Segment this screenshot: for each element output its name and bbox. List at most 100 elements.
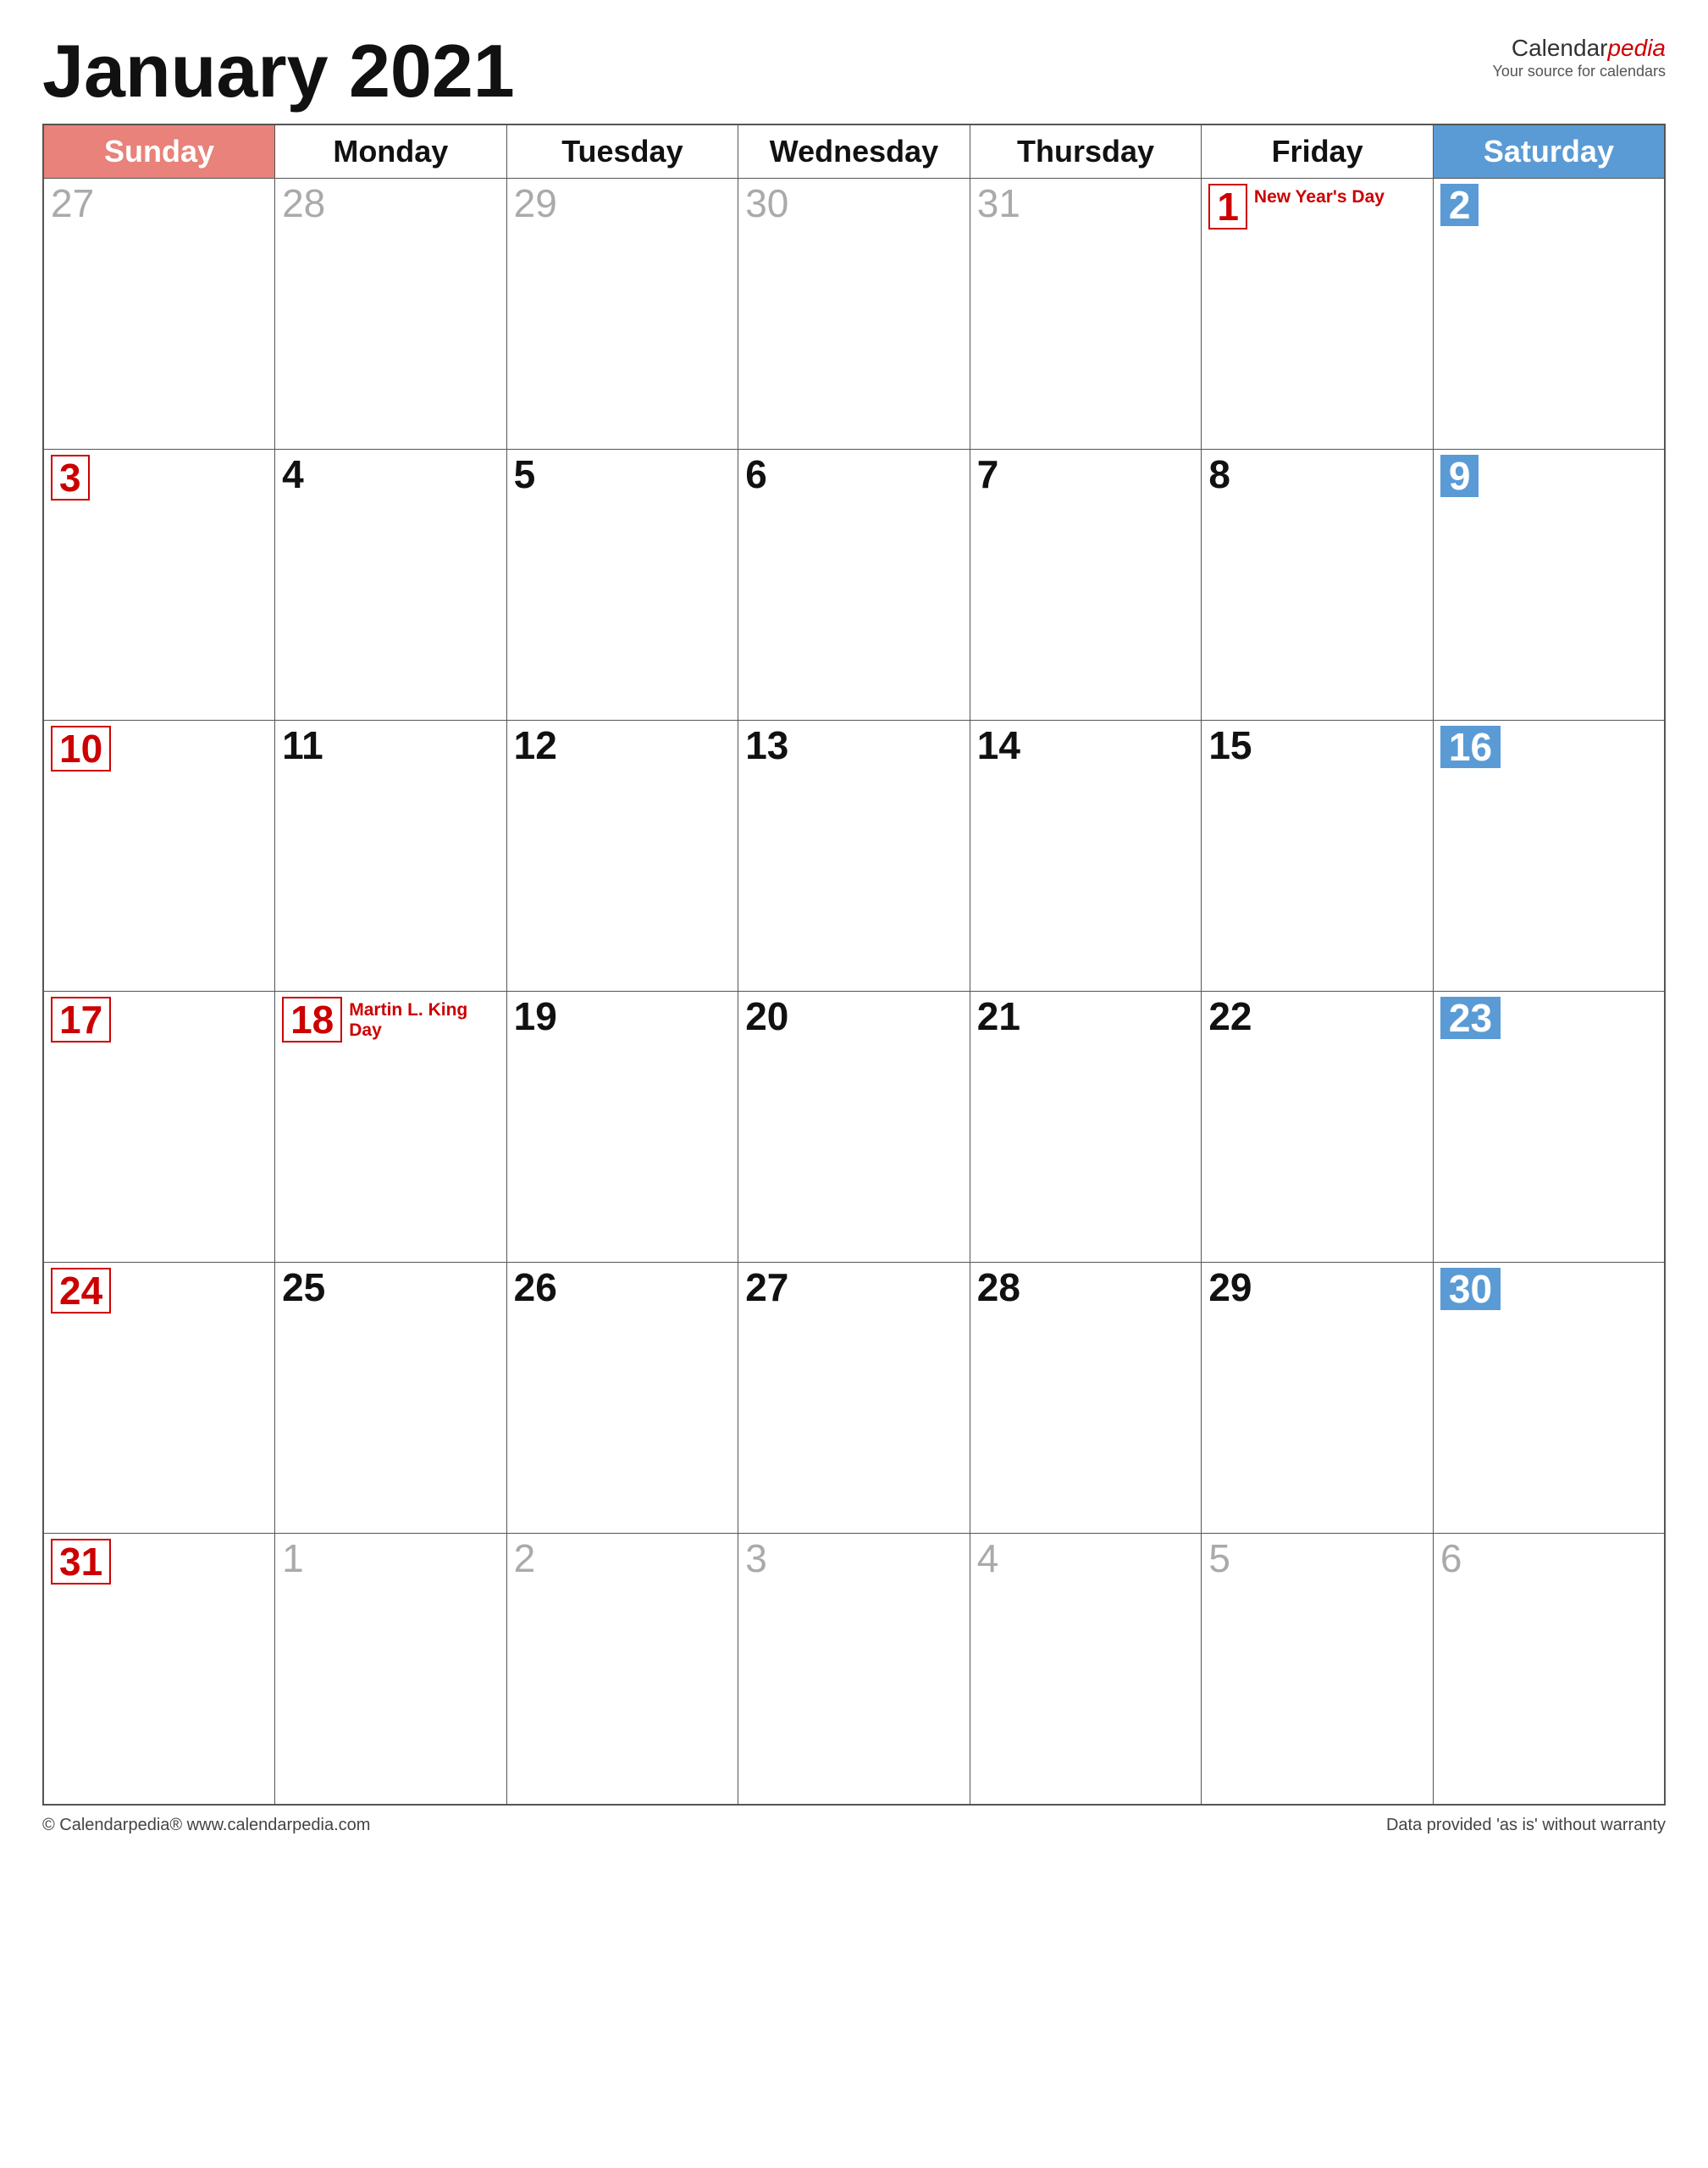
brand-calendar: Calendar	[1512, 35, 1608, 61]
calendar-cell-w3-d2: 11	[275, 721, 507, 992]
day-number: 14	[977, 726, 1020, 765]
day-number: 6	[745, 455, 767, 494]
day-number: 28	[977, 1268, 1020, 1307]
calendar-cell-w1-d1: 27	[43, 179, 275, 450]
col-header-monday: Monday	[275, 124, 507, 179]
week-row-5: 24 25 26 2728 29 30	[43, 1263, 1665, 1534]
day-number: 27	[51, 184, 94, 223]
day-number: 5	[1208, 1539, 1230, 1578]
calendar-cell-w1-d4: 30	[738, 179, 970, 450]
calendar-cell-w1-d6: 1 New Year's Day	[1202, 179, 1434, 450]
day-number: 10	[51, 726, 111, 772]
day-number: 25	[282, 1268, 325, 1307]
calendar-cell-w4-d7: 23	[1433, 992, 1665, 1263]
day-number: 2	[514, 1539, 536, 1578]
day-number: 4	[977, 1539, 999, 1578]
day-number: 1	[282, 1539, 304, 1578]
day-number: 13	[745, 726, 788, 765]
col-header-saturday: Saturday	[1433, 124, 1665, 179]
col-header-friday: Friday	[1202, 124, 1434, 179]
day-number: 31	[977, 184, 1020, 223]
day-number: 16	[1440, 726, 1501, 768]
calendar-cell-w2-d3: 5	[506, 450, 738, 721]
day-number: 22	[1208, 997, 1252, 1036]
calendar-cell-w2-d2: 4	[275, 450, 507, 721]
day-number: 30	[1440, 1268, 1501, 1310]
calendar-cell-w5-d7: 30	[1433, 1263, 1665, 1534]
col-header-wednesday: Wednesday	[738, 124, 970, 179]
calendar-cell-w6-d5: 4	[970, 1534, 1202, 1805]
week-row-4: 17 18Martin L. King Day19 20 21 22 23	[43, 992, 1665, 1263]
brand-pedia: pedia	[1607, 35, 1666, 61]
calendar-cell-w1-d2: 28	[275, 179, 507, 450]
day-number: 23	[1440, 997, 1501, 1039]
calendar-cell-w3-d7: 16	[1433, 721, 1665, 992]
calendar-cell-w1-d7: 2	[1433, 179, 1665, 450]
week-row-3: 10 11 12 13 14 1516	[43, 721, 1665, 992]
calendar-cell-w1-d5: 31	[970, 179, 1202, 450]
calendar-cell-w6-d2: 1	[275, 1534, 507, 1805]
day-number: 26	[514, 1268, 557, 1307]
calendar-cell-w4-d6: 22	[1202, 992, 1434, 1263]
calendar-cell-w4-d5: 21	[970, 992, 1202, 1263]
calendar-cell-w4-d1: 17	[43, 992, 275, 1263]
day-number: 19	[514, 997, 557, 1036]
week-row-1: 27 28 29 30 31 1 New Year's Day 2	[43, 179, 1665, 450]
day-number: 29	[1208, 1268, 1252, 1307]
day-number: 17	[51, 997, 111, 1043]
calendar-cell-w6-d6: 5	[1202, 1534, 1434, 1805]
col-header-tuesday: Tuesday	[506, 124, 738, 179]
holiday-label: New Year's Day	[1254, 187, 1385, 207]
calendar-cell-w3-d1: 10	[43, 721, 275, 992]
day-number: 8	[1208, 455, 1230, 494]
day-number: 2	[1440, 184, 1479, 226]
calendar-cell-w3-d5: 14	[970, 721, 1202, 992]
day-number: 29	[514, 184, 557, 223]
page-header: January 2021 Calendarpedia Your source f…	[42, 34, 1666, 108]
brand-name: Calendarpedia	[1493, 34, 1666, 63]
day-number: 21	[977, 997, 1020, 1036]
calendar-cell-w6-d7: 6	[1433, 1534, 1665, 1805]
calendar-cell-w3-d6: 15	[1202, 721, 1434, 992]
calendar-cell-w2-d7: 9	[1433, 450, 1665, 721]
day-number: 4	[282, 455, 304, 494]
week-row-6: 31 1 2 3 4 5 6	[43, 1534, 1665, 1805]
calendar-table: Sunday Monday Tuesday Wednesday Thursday…	[42, 124, 1666, 1806]
calendar-cell-w5-d4: 27	[738, 1263, 970, 1534]
calendar-cell-w4-d3: 19	[506, 992, 738, 1263]
day-number: 24	[51, 1268, 111, 1314]
calendar-cell-w2-d6: 8	[1202, 450, 1434, 721]
calendar-cell-w4-d2: 18Martin L. King Day	[275, 992, 507, 1263]
footer-left: © Calendarpedia® www.calendarpedia.com	[42, 1816, 370, 1835]
calendar-cell-w6-d4: 3	[738, 1534, 970, 1805]
day-number: 1	[1208, 184, 1247, 230]
day-number: 5	[514, 455, 536, 494]
calendar-cell-w1-d3: 29	[506, 179, 738, 450]
day-number: 28	[282, 184, 325, 223]
day-number: 3	[745, 1539, 767, 1578]
month-title: January 2021	[42, 34, 515, 108]
day-number: 11	[282, 726, 323, 765]
calendar-cell-w4-d4: 20	[738, 992, 970, 1263]
calendar-cell-w5-d5: 28	[970, 1263, 1202, 1534]
day-number: 7	[977, 455, 999, 494]
week-row-2: 3 4 5 6 7 8 9	[43, 450, 1665, 721]
day-number: 20	[745, 997, 788, 1036]
calendar-cell-w5-d3: 26	[506, 1263, 738, 1534]
footer-right: Data provided 'as is' without warranty	[1386, 1816, 1666, 1835]
brand-tagline: Your source for calendars	[1493, 63, 1666, 81]
calendar-cell-w2-d1: 3	[43, 450, 275, 721]
col-header-sunday: Sunday	[43, 124, 275, 179]
day-number: 3	[51, 455, 90, 501]
day-number: 12	[514, 726, 557, 765]
day-number: 31	[51, 1539, 111, 1585]
calendar-cell-w5-d1: 24	[43, 1263, 275, 1534]
col-header-thursday: Thursday	[970, 124, 1202, 179]
day-number: 9	[1440, 455, 1479, 497]
brand: Calendarpedia Your source for calendars	[1493, 34, 1666, 80]
page-footer: © Calendarpedia® www.calendarpedia.com D…	[42, 1816, 1666, 1835]
calendar-cell-w3-d3: 12	[506, 721, 738, 992]
day-number: 30	[745, 184, 788, 223]
calendar-cell-w5-d6: 29	[1202, 1263, 1434, 1534]
holiday-label: Martin L. King Day	[349, 1000, 484, 1041]
